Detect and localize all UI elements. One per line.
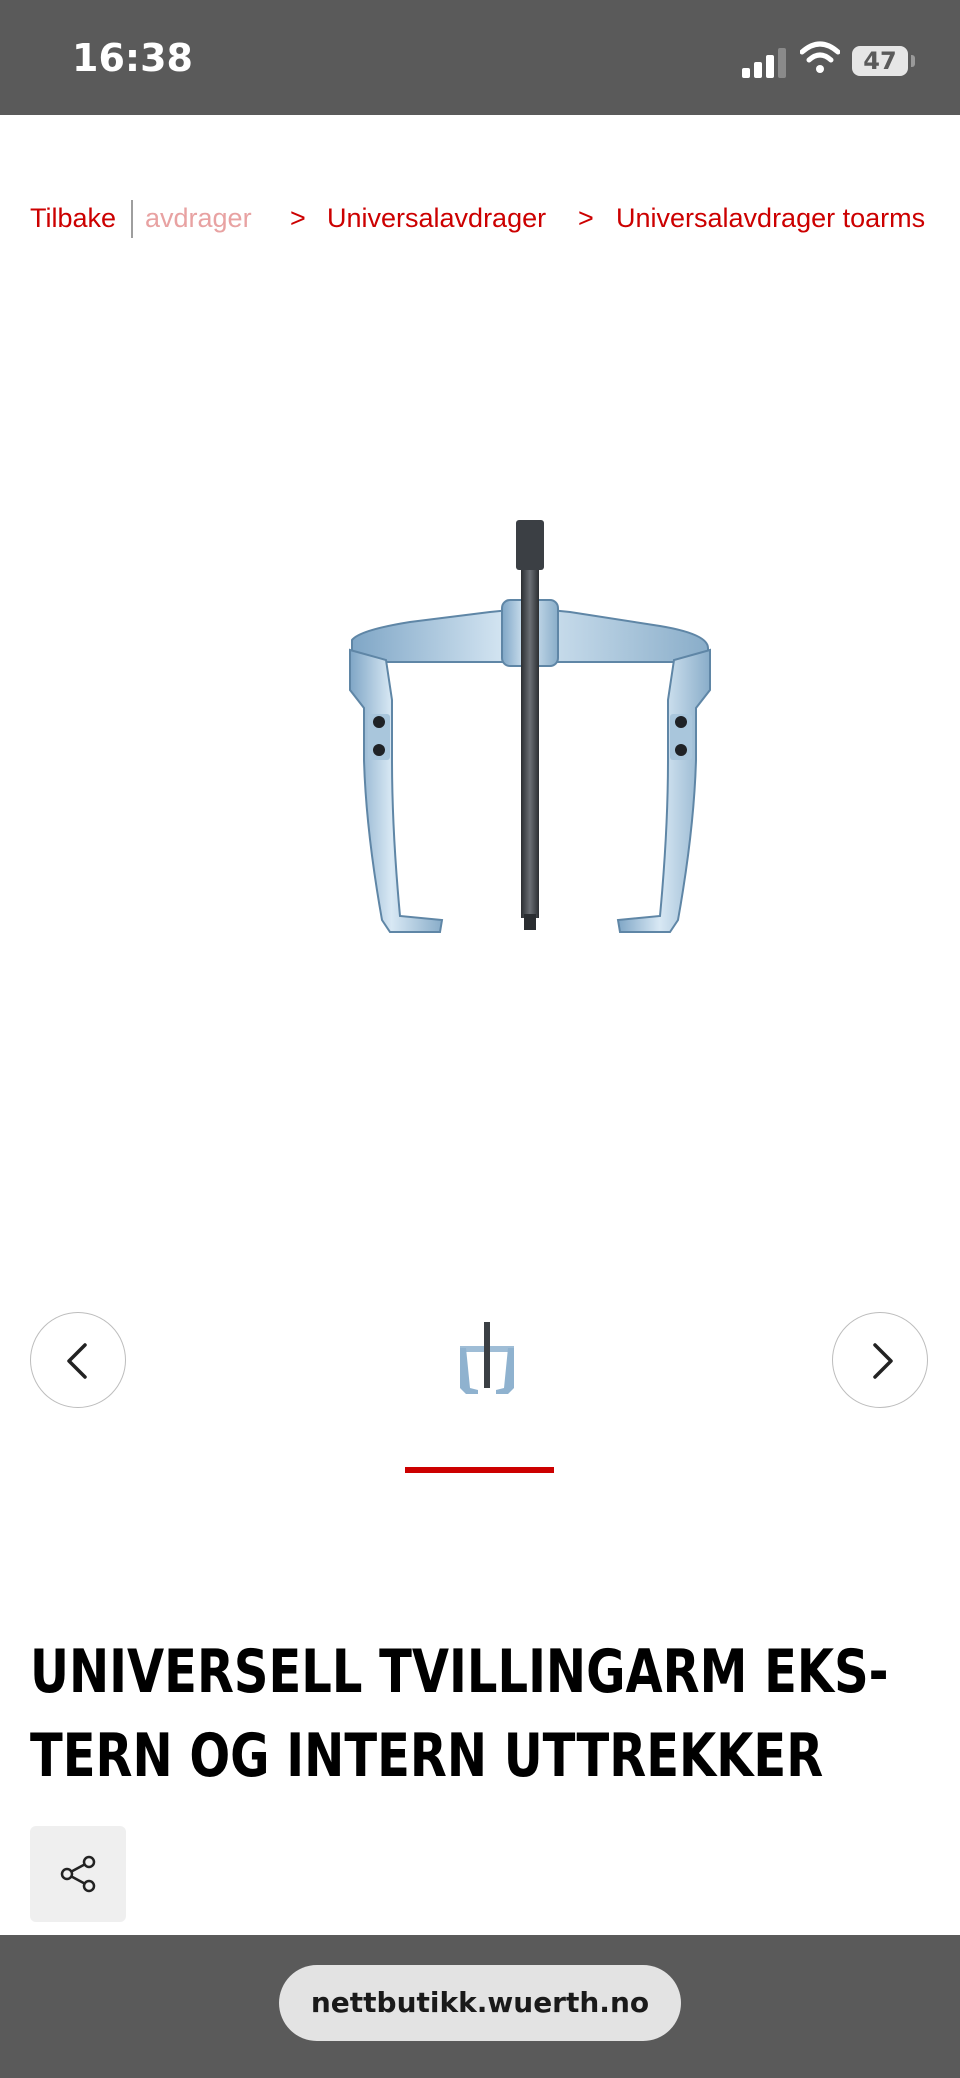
carousel-next-button[interactable]: [832, 1312, 928, 1408]
status-bar: 16:38 47: [0, 0, 960, 115]
product-title-line1: UNIVERSELL TVILLINGARM EKS-: [30, 1637, 889, 1707]
breadcrumb-item-universalavdrager[interactable]: Universalavdrager: [327, 196, 546, 240]
breadcrumb-separator: >: [290, 203, 306, 233]
product-title-line2: TERN OG INTERN UTTREKKER: [30, 1721, 824, 1791]
battery-tip: [911, 55, 915, 67]
breadcrumb: Tilbake avdrager > Universalavdrager > U…: [30, 196, 960, 240]
url-bar[interactable]: nettbutikk.wuerth.no: [279, 1965, 681, 2041]
carousel-prev-button[interactable]: [30, 1312, 126, 1408]
share-icon: [60, 1855, 96, 1893]
breadcrumb-item-avdrager[interactable]: avdrager: [145, 196, 291, 240]
share-button[interactable]: [30, 1826, 126, 1922]
active-thumbnail-indicator: [405, 1467, 554, 1473]
breadcrumb-separator: >: [578, 203, 594, 233]
breadcrumb-item-universalavdrager-toarms[interactable]: Universalavdrager toarms: [616, 196, 925, 240]
back-link[interactable]: Tilbake: [30, 196, 116, 240]
product-title: UNIVERSELL TVILLINGARM EKS- TERN OG INTE…: [30, 1630, 889, 1798]
status-time: 16:38: [72, 36, 193, 80]
battery-icon: 47: [852, 46, 908, 76]
browser-toolbar: nettbutikk.wuerth.no: [0, 1935, 960, 2078]
wifi-icon: [800, 41, 840, 73]
product-image[interactable]: [330, 500, 730, 960]
gallery-thumbnail[interactable]: [452, 1318, 522, 1398]
battery-level: 47: [863, 47, 897, 75]
chevron-left-icon: [67, 1343, 87, 1379]
cellular-signal-icon: [742, 46, 788, 78]
chevron-right-icon: [873, 1343, 893, 1379]
breadcrumb-divider: [131, 200, 133, 238]
